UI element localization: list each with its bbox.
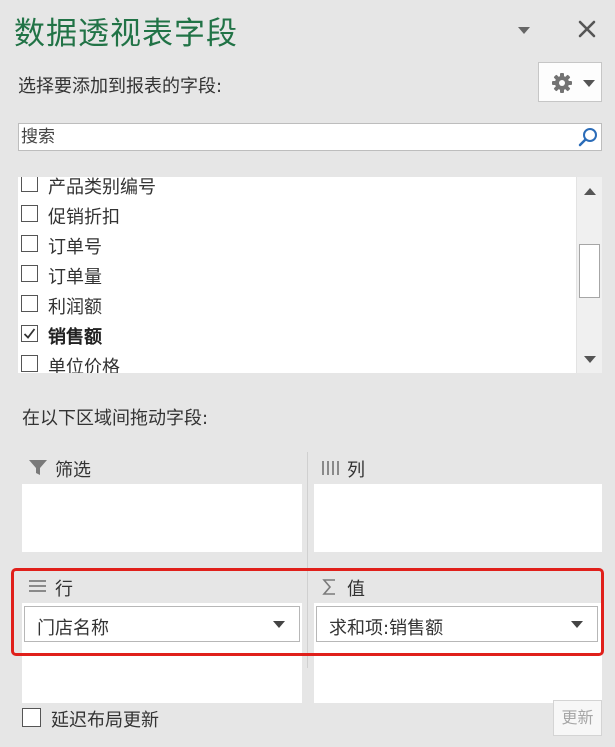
tools-settings-button[interactable] [538, 62, 602, 102]
field-checkbox[interactable] [21, 325, 38, 342]
field-label: 销售额 [48, 327, 102, 348]
filter-drop-zone[interactable] [22, 484, 302, 552]
rows-area[interactable]: 行 门店名称 [22, 571, 302, 703]
filter-area-label: 筛选 [55, 460, 91, 481]
field-checkbox[interactable] [21, 235, 38, 252]
columns-icon [322, 461, 339, 475]
field-checkbox[interactable] [21, 295, 38, 312]
drag-areas-label: 在以下区域间拖动字段: [22, 408, 209, 429]
field-item[interactable]: 产品类别编号 [18, 177, 574, 200]
field-label: 利润额 [48, 297, 102, 318]
filter-area[interactable]: 筛选 [22, 452, 302, 552]
field-label: 订单量 [48, 267, 102, 288]
rows-field-label: 门店名称 [37, 618, 109, 639]
chevron-down-icon[interactable] [273, 621, 285, 629]
field-item[interactable]: 销售额 [18, 320, 574, 350]
columns-drop-zone[interactable] [314, 484, 602, 552]
search-input[interactable] [19, 124, 569, 150]
field-label: 促销折扣 [48, 207, 120, 228]
chevron-down-icon[interactable] [571, 621, 583, 629]
columns-area[interactable]: 列 [314, 452, 602, 552]
rows-drop-zone[interactable]: 门店名称 [22, 603, 302, 703]
field-list: 产品类别编号 促销折扣 订单号 订单量 利润额 销售额 单位价格 [18, 177, 602, 373]
scroll-up-arrow-icon[interactable] [583, 187, 597, 197]
scroll-down-arrow-icon[interactable] [583, 354, 597, 364]
field-items: 产品类别编号 促销折扣 订单号 订单量 利润额 销售额 单位价格 [18, 177, 574, 373]
field-list-scrollbar[interactable] [576, 177, 602, 373]
field-item[interactable]: 订单量 [18, 260, 574, 290]
chevron-down-icon [583, 80, 595, 87]
sigma-icon [322, 579, 335, 595]
rows-field-pill[interactable]: 门店名称 [24, 606, 300, 642]
gear-icon [552, 73, 572, 93]
values-field-pill[interactable]: 求和项:销售额 [316, 606, 598, 642]
area-splitter [307, 452, 308, 668]
pivot-table-fields-pane: 数据透视表字段 选择要添加到报表的字段: 搜索 产品类别编号 促销折扣 订单号 … [0, 0, 615, 747]
field-item[interactable]: 利润额 [18, 290, 574, 320]
pane-options-dropdown[interactable] [512, 20, 536, 40]
chevron-down-icon [518, 27, 530, 34]
field-item[interactable]: 单位价格 [18, 350, 574, 373]
values-drop-zone[interactable]: 求和项:销售额 [314, 603, 602, 703]
update-button[interactable]: 更新 [553, 700, 602, 736]
rows-area-header: 行 [22, 571, 302, 603]
close-button[interactable] [574, 16, 600, 42]
search-field[interactable] [18, 123, 602, 151]
field-label: 订单号 [48, 237, 102, 258]
field-item[interactable]: 促销折扣 [18, 200, 574, 230]
values-area-label: 值 [347, 579, 365, 600]
field-item[interactable]: 订单号 [18, 230, 574, 260]
pane-title: 数据透视表字段 [14, 16, 238, 52]
values-area[interactable]: 值 求和项:销售额 [314, 571, 602, 703]
field-checkbox[interactable] [21, 265, 38, 282]
filter-icon [29, 460, 47, 475]
field-label: 单位价格 [48, 357, 120, 373]
field-checkbox[interactable] [21, 205, 38, 222]
values-field-label: 求和项:销售额 [329, 618, 444, 639]
rows-area-label: 行 [55, 579, 73, 600]
filter-area-header: 筛选 [22, 452, 302, 484]
checkmark-icon [23, 328, 36, 339]
defer-layout-label: 延迟布局更新 [51, 710, 159, 731]
search-icon[interactable] [578, 127, 598, 147]
field-checkbox[interactable] [21, 177, 38, 192]
scrollbar-thumb[interactable] [579, 244, 600, 298]
close-icon [578, 20, 596, 38]
choose-fields-label: 选择要添加到报表的字段: [18, 76, 223, 97]
field-label: 产品类别编号 [48, 177, 156, 198]
columns-area-header: 列 [314, 452, 602, 484]
values-area-header: 值 [314, 571, 602, 603]
field-checkbox[interactable] [21, 355, 38, 372]
rows-icon [29, 580, 46, 592]
defer-layout-checkbox[interactable] [22, 708, 41, 727]
columns-area-label: 列 [347, 460, 365, 481]
